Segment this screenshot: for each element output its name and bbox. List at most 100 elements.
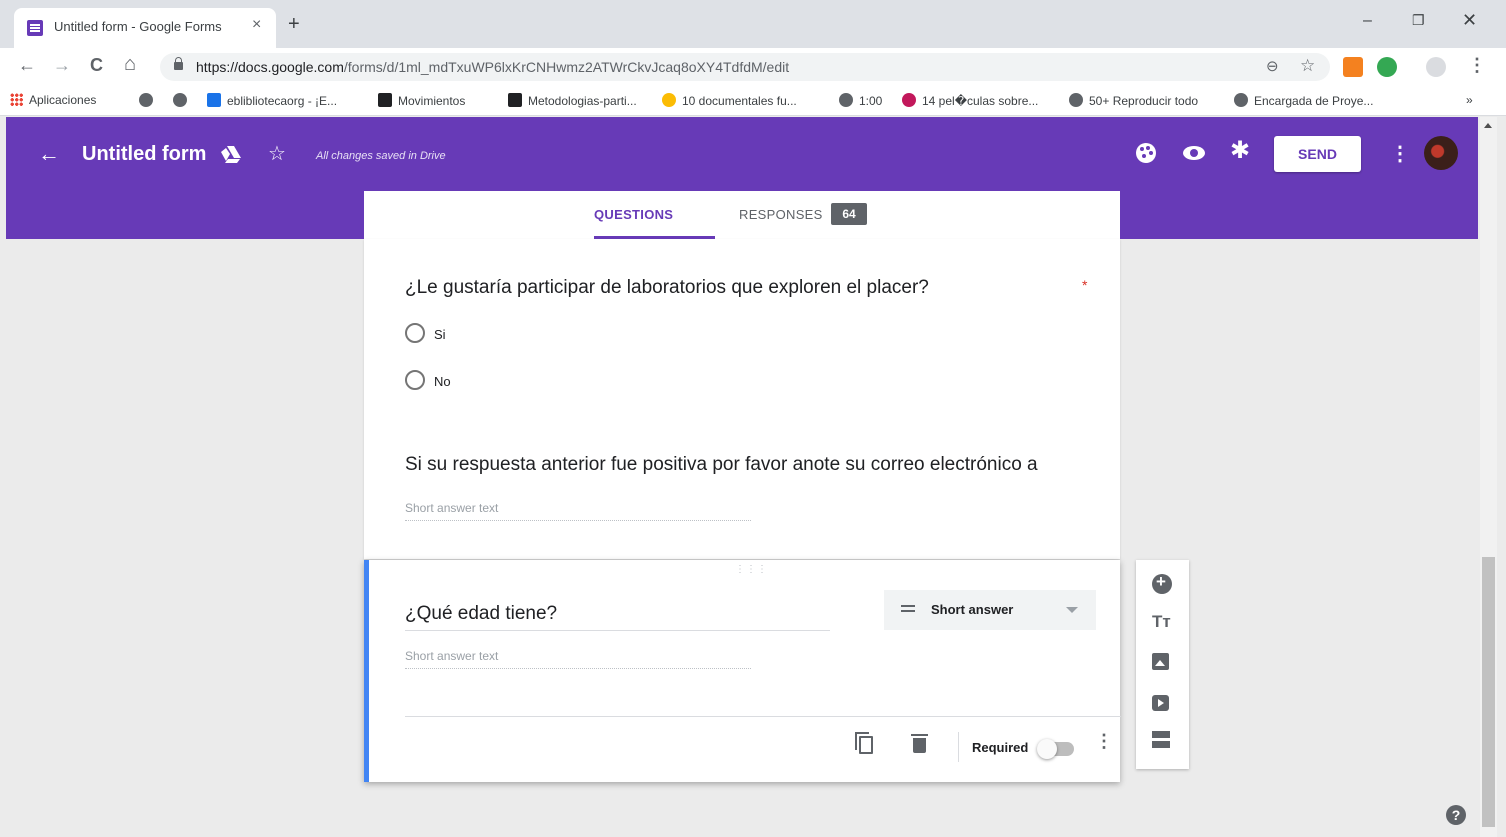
radio-option[interactable] [405, 323, 425, 343]
bookmark-label: 1:00 [859, 94, 883, 108]
drag-handle-icon[interactable]: ⋮⋮⋮ [735, 564, 768, 575]
radio-option[interactable] [405, 370, 425, 390]
tab-close-icon[interactable]: × [252, 16, 261, 34]
help-icon[interactable]: ? [1446, 805, 1466, 825]
bookmark-label: Aplicaciones [29, 93, 97, 107]
s-logo-icon [207, 93, 221, 107]
reload-button[interactable]: C [90, 55, 103, 76]
footer-separator [958, 732, 959, 762]
add-title-icon[interactable]: Tт [1152, 612, 1172, 632]
scroll-up-arrow-icon[interactable] [1484, 123, 1492, 128]
bookmark-label: 14 pel�culas sobre... [922, 94, 1039, 108]
add-question-icon[interactable] [1152, 572, 1172, 594]
browser-toolbar: ← → C ⌂ https://docs.google.com/forms/d/… [0, 48, 1506, 88]
star-icon[interactable]: ☆ [268, 141, 286, 166]
scrollbar-thumb[interactable] [1482, 557, 1495, 827]
extension-green-icon[interactable] [1377, 57, 1397, 77]
option-label: No [434, 374, 451, 389]
bookmark-item[interactable] [139, 93, 159, 108]
bookmark-item[interactable]: 1:00 [839, 93, 882, 108]
question-title: Si su respuesta anterior fue positiva po… [405, 454, 1038, 475]
window-minimize-button[interactable]: – [1363, 12, 1372, 30]
send-button[interactable]: SEND [1274, 136, 1361, 172]
bn-logo-icon [378, 93, 392, 107]
preview-eye-icon[interactable] [1183, 146, 1205, 160]
question-more-icon[interactable]: ⋮ [1095, 732, 1113, 750]
bookmark-item[interactable]: Metodologias-parti... [508, 93, 637, 108]
bookmark-item[interactable]: Encargada de Proye... [1234, 93, 1373, 108]
side-toolbar: Tт [1136, 560, 1189, 769]
window-maximize-button[interactable]: ❐ [1412, 12, 1425, 29]
bookmark-item[interactable]: Movimientos [378, 93, 465, 108]
address-bar[interactable]: https://docs.google.com/forms/d/1ml_mdTx… [160, 53, 1330, 81]
question-type-dropdown[interactable]: Short answer [884, 590, 1096, 630]
window-close-button[interactable]: ✕ [1462, 10, 1477, 31]
option-label: Si [434, 327, 446, 342]
bookmark-label: eblibliotecaorg - ¡E... [227, 94, 338, 108]
bookmark-item[interactable]: eblibliotecaorg - ¡E... [207, 93, 337, 108]
drive-icon[interactable] [220, 145, 242, 163]
duplicate-icon[interactable] [855, 732, 873, 754]
palette-icon[interactable] [1136, 143, 1156, 163]
required-toggle[interactable] [1037, 739, 1074, 759]
new-tab-button[interactable]: + [288, 13, 300, 36]
bookmark-item[interactable]: 10 documentales fu... [662, 93, 797, 108]
form-tabs: QUESTIONS RESPONSES 64 [364, 191, 1120, 239]
globe-icon [173, 93, 187, 107]
profile-icon[interactable] [1426, 57, 1446, 77]
bookmark-label: 10 documentales fu... [682, 94, 797, 108]
tab-questions[interactable]: QUESTIONS [594, 207, 673, 222]
page-scrollbar[interactable] [1480, 117, 1497, 837]
dropdown-caret-icon [1066, 607, 1078, 613]
extension-orange-icon[interactable] [1343, 57, 1363, 77]
bookmarks-overflow-button[interactable]: » [1466, 93, 1473, 107]
browser-menu-icon[interactable]: ⋮ [1468, 55, 1486, 76]
url-path: /forms/d/1ml_mdTxuWP6lxKrCNHwmz2ATWrCkvJ… [343, 59, 790, 75]
home-button[interactable]: ⌂ [124, 53, 136, 76]
bookmark-item[interactable]: 50+ Reproducir todo [1069, 93, 1198, 108]
url-host: https://docs.google.com [196, 59, 344, 75]
browser-tab-title: Untitled form - Google Forms [54, 19, 222, 34]
forms-app: ← Untitled form ☆ All changes saved in D… [0, 117, 1480, 837]
form-title[interactable]: Untitled form [82, 143, 206, 166]
question-title: ¿Le gustaría participar de laboratorios … [405, 277, 929, 298]
female-symbol-icon [902, 93, 916, 107]
bookmark-item[interactable] [173, 93, 193, 108]
r-logo-icon [508, 93, 522, 107]
bookmark-label: 50+ Reproducir todo [1089, 94, 1199, 108]
bookmark-label: Metodologias-parti... [528, 94, 637, 108]
delete-icon[interactable] [911, 734, 928, 753]
tab-responses[interactable]: RESPONSES [739, 207, 823, 222]
required-label: Required [972, 740, 1029, 755]
bookmark-label: Encargada de Proye... [1254, 94, 1374, 108]
question-title-input[interactable]: ¿Qué edad tiene? [405, 603, 830, 631]
bookmarks-bar: Aplicaciones eblibliotecaorg - ¡E... Mov… [0, 88, 1506, 116]
short-answer-placeholder: Short answer text [405, 649, 751, 669]
more-options-icon[interactable]: ⋮ [1390, 141, 1410, 166]
card-divider [405, 716, 1121, 717]
avatar[interactable] [1424, 136, 1458, 170]
question-type-label: Short answer [931, 602, 1014, 617]
add-image-icon[interactable] [1152, 653, 1169, 670]
documentary-icon [662, 93, 676, 107]
bookmark-label: Movimientos [398, 94, 466, 108]
back-button[interactable]: ← [18, 55, 36, 76]
bookmark-item[interactable]: Aplicaciones [10, 93, 96, 107]
settings-gear-icon[interactable]: ✱ [1230, 139, 1250, 163]
bookmark-star-icon[interactable]: ☆ [1300, 56, 1315, 76]
lock-icon [174, 57, 183, 70]
bookmark-item[interactable]: 14 pel�culas sobre... [902, 93, 1038, 108]
responses-count-badge: 64 [831, 203, 867, 225]
question-card[interactable]: ¿Le gustaría participar de laboratorios … [364, 239, 1120, 559]
zoom-icon[interactable]: ⊖ [1266, 57, 1279, 75]
saved-status: All changes saved in Drive [316, 150, 446, 162]
browser-tab-strip: Untitled form - Google Forms × + – ❐ ✕ [0, 0, 1506, 48]
browser-tab[interactable]: Untitled form - Google Forms × [14, 8, 276, 48]
add-video-icon[interactable] [1152, 695, 1169, 711]
add-section-icon[interactable] [1152, 731, 1170, 738]
back-arrow-icon[interactable]: ← [38, 141, 60, 167]
globe-icon [1234, 93, 1248, 107]
active-question-card[interactable]: ⋮⋮⋮ ¿Qué edad tiene? Short answer Short … [364, 560, 1121, 782]
forward-button[interactable]: → [53, 55, 71, 76]
globe-icon [139, 93, 153, 107]
